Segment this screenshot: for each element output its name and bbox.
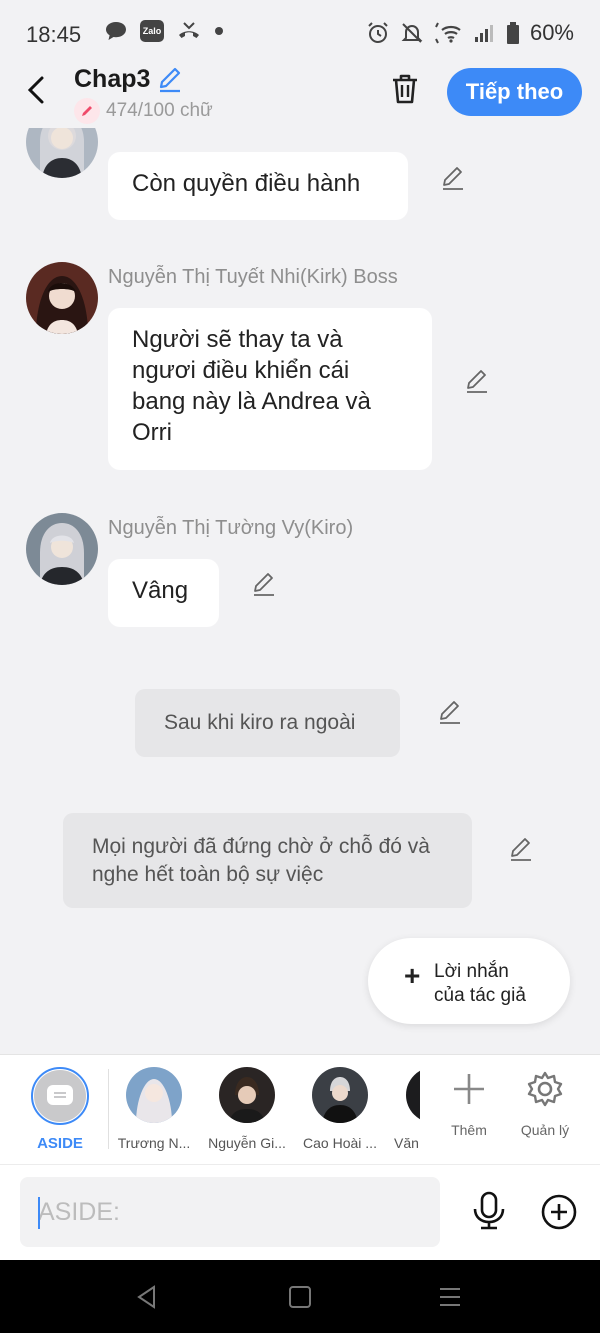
microphone-icon[interactable] [470, 1191, 508, 1231]
nav-home-icon[interactable] [287, 1284, 313, 1310]
edit-title-icon[interactable] [156, 66, 184, 94]
system-navbar [0, 1260, 600, 1333]
status-time: 18:45 [26, 22, 82, 47]
edit-aside-icon[interactable] [437, 699, 463, 725]
character-avatar[interactable] [26, 262, 98, 334]
status-bar: 18:45 Zalo 60% [0, 0, 600, 62]
next-button[interactable]: Tiếp theo [447, 68, 582, 116]
message-text: Còn quyền điều hành [132, 170, 361, 197]
message-text: Vâng [132, 577, 189, 604]
author-note-label-line1: Lời nhắn [434, 961, 509, 982]
add-character-button[interactable]: Thêm [434, 1069, 504, 1138]
edit-message-icon[interactable] [464, 368, 490, 394]
manage-label: Quản lý [520, 1122, 570, 1138]
aside-icon [34, 1070, 86, 1122]
pencil-badge-icon [74, 98, 100, 124]
wifi-icon [435, 22, 461, 44]
edit-message-icon[interactable] [440, 165, 466, 191]
mute-icon [401, 23, 423, 43]
character-name: Văn [394, 1135, 419, 1151]
character-name: ASIDE [37, 1135, 83, 1152]
character-avatar[interactable] [26, 513, 98, 585]
character-avatar [126, 1067, 182, 1123]
sender-name: Nguyễn Thị Tường Vy(Kiro) [108, 517, 354, 539]
chapter-title[interactable]: Chap3 [74, 65, 150, 94]
aside-bubble[interactable]: Sau khi kiro ra ngoài [135, 689, 400, 757]
message-input[interactable] [20, 1177, 440, 1247]
aside-text: Mọi người đã đứng chờ ở chỗ đó và nghe h… [92, 835, 430, 886]
character-item[interactable]: Trương N... [114, 1067, 194, 1151]
message-bubble[interactable]: Người sẽ thay ta và ngươi điều khiển cái… [108, 308, 432, 470]
character-aside[interactable]: ASIDE [20, 1067, 100, 1152]
message-text: Người sẽ thay ta và ngươi điều khiển cái… [132, 326, 371, 446]
character-name: Cao Hoài ... [303, 1135, 377, 1151]
add-label: Thêm [451, 1122, 487, 1138]
sender-name: Nguyễn Thị Tuyết Nhi(Kirk) Boss [108, 266, 398, 288]
battery-level: 60% [529, 20, 574, 45]
plus-icon [454, 1074, 484, 1104]
character-avatar [312, 1067, 368, 1123]
word-count: 474/100 chữ [106, 100, 213, 121]
character-item[interactable]: Văn [378, 1067, 420, 1151]
author-note-label-line2: của tác giả [434, 985, 526, 1006]
character-avatar [219, 1067, 275, 1123]
dot-icon [215, 27, 223, 35]
gear-icon [527, 1071, 563, 1107]
alarm-icon [368, 22, 388, 43]
text-caret [38, 1197, 40, 1229]
chat-area[interactable]: Còn quyền điều hành Nguyễn Thị Tuyết Nhi… [0, 128, 600, 1054]
edit-aside-icon[interactable] [508, 836, 534, 862]
character-avatar[interactable] [26, 128, 98, 178]
editor-header: Chap3 474/100 chữ Tiếp theo [0, 62, 600, 128]
trash-icon[interactable] [388, 72, 422, 106]
nav-back-icon[interactable] [134, 1284, 160, 1310]
author-note-button[interactable]: + Lời nhắn của tác giả [368, 938, 570, 1024]
chat-bubble-icon [106, 22, 126, 40]
nav-recents-icon[interactable] [437, 1284, 463, 1310]
character-avatar [406, 1067, 420, 1123]
character-item[interactable]: Nguyễn Gi... [207, 1067, 287, 1151]
message-bubble[interactable]: Còn quyền điều hành [108, 152, 408, 220]
message-input-box[interactable] [20, 1177, 440, 1247]
character-item[interactable]: Cao Hoài ... [300, 1067, 380, 1151]
character-name: Trương N... [117, 1135, 191, 1151]
character-selector: ASIDE Trương N... Nguyễn Gi... Cao Hoài … [0, 1054, 600, 1164]
back-arrow-icon[interactable] [22, 72, 52, 108]
aside-bubble[interactable]: Mọi người đã đứng chờ ở chỗ đó và nghe h… [63, 813, 472, 908]
edit-message-icon[interactable] [251, 571, 277, 597]
missed-call-icon [179, 22, 199, 38]
add-attachment-icon[interactable] [540, 1193, 578, 1231]
zalo-icon: Zalo [140, 20, 164, 42]
composer [0, 1164, 600, 1260]
manage-characters-button[interactable]: Quản lý [510, 1069, 580, 1138]
plus-icon: + [404, 960, 421, 991]
divider [108, 1069, 109, 1149]
character-name: Nguyễn Gi... [208, 1135, 286, 1151]
word-count-row: 474/100 chữ [74, 98, 213, 124]
message-bubble[interactable]: Vâng [108, 559, 219, 627]
signal-icon [474, 25, 493, 42]
battery-icon [506, 22, 519, 44]
aside-text: Sau khi kiro ra ngoài [164, 711, 356, 734]
